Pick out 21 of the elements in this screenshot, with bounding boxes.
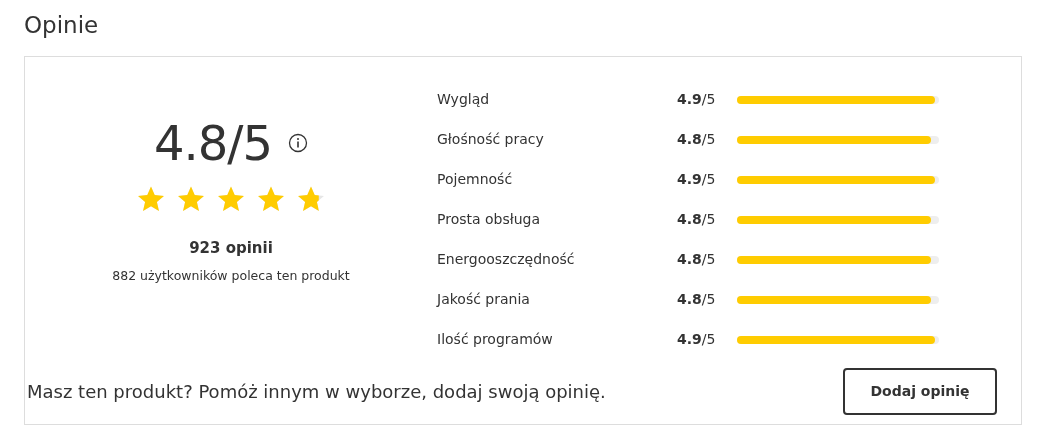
criterion-score: 4.8/5 <box>677 130 717 150</box>
review-count: 923 opinii <box>189 237 273 259</box>
criterion-label: Energooszczędność <box>437 250 576 270</box>
criterion-score: 4.9/5 <box>677 170 717 190</box>
criterion-label: Ilość programów <box>437 330 554 350</box>
criterion-score: 4.8/5 <box>677 210 717 230</box>
add-review-button[interactable]: Dodaj opinię <box>843 368 997 416</box>
recommendation-text: 882 użytkowników poleca ten produkt <box>112 267 350 286</box>
criterion-score: 4.9/5 <box>677 330 717 350</box>
criterion-score: 4.9/5 <box>677 90 717 110</box>
criterion-label: Prosta obsługa <box>437 210 542 230</box>
criterion-label: Jakość prania <box>437 290 531 310</box>
criterion-label: Pojemność <box>437 170 514 190</box>
criterion-label: Wygląd <box>437 90 491 110</box>
info-icon[interactable] <box>288 132 308 153</box>
review-prompt: Masz ten produkt? Pomóż innym w wyborze, dodaj swoją opinię. <box>27 380 606 405</box>
average-score: 4.8/5 <box>153 118 272 167</box>
section-heading: Opinie <box>24 12 100 40</box>
criterion-score: 4.8/5 <box>677 250 717 270</box>
criterion-score: 4.8/5 <box>677 290 717 310</box>
criterion-label: Głośność pracy <box>437 130 545 150</box>
